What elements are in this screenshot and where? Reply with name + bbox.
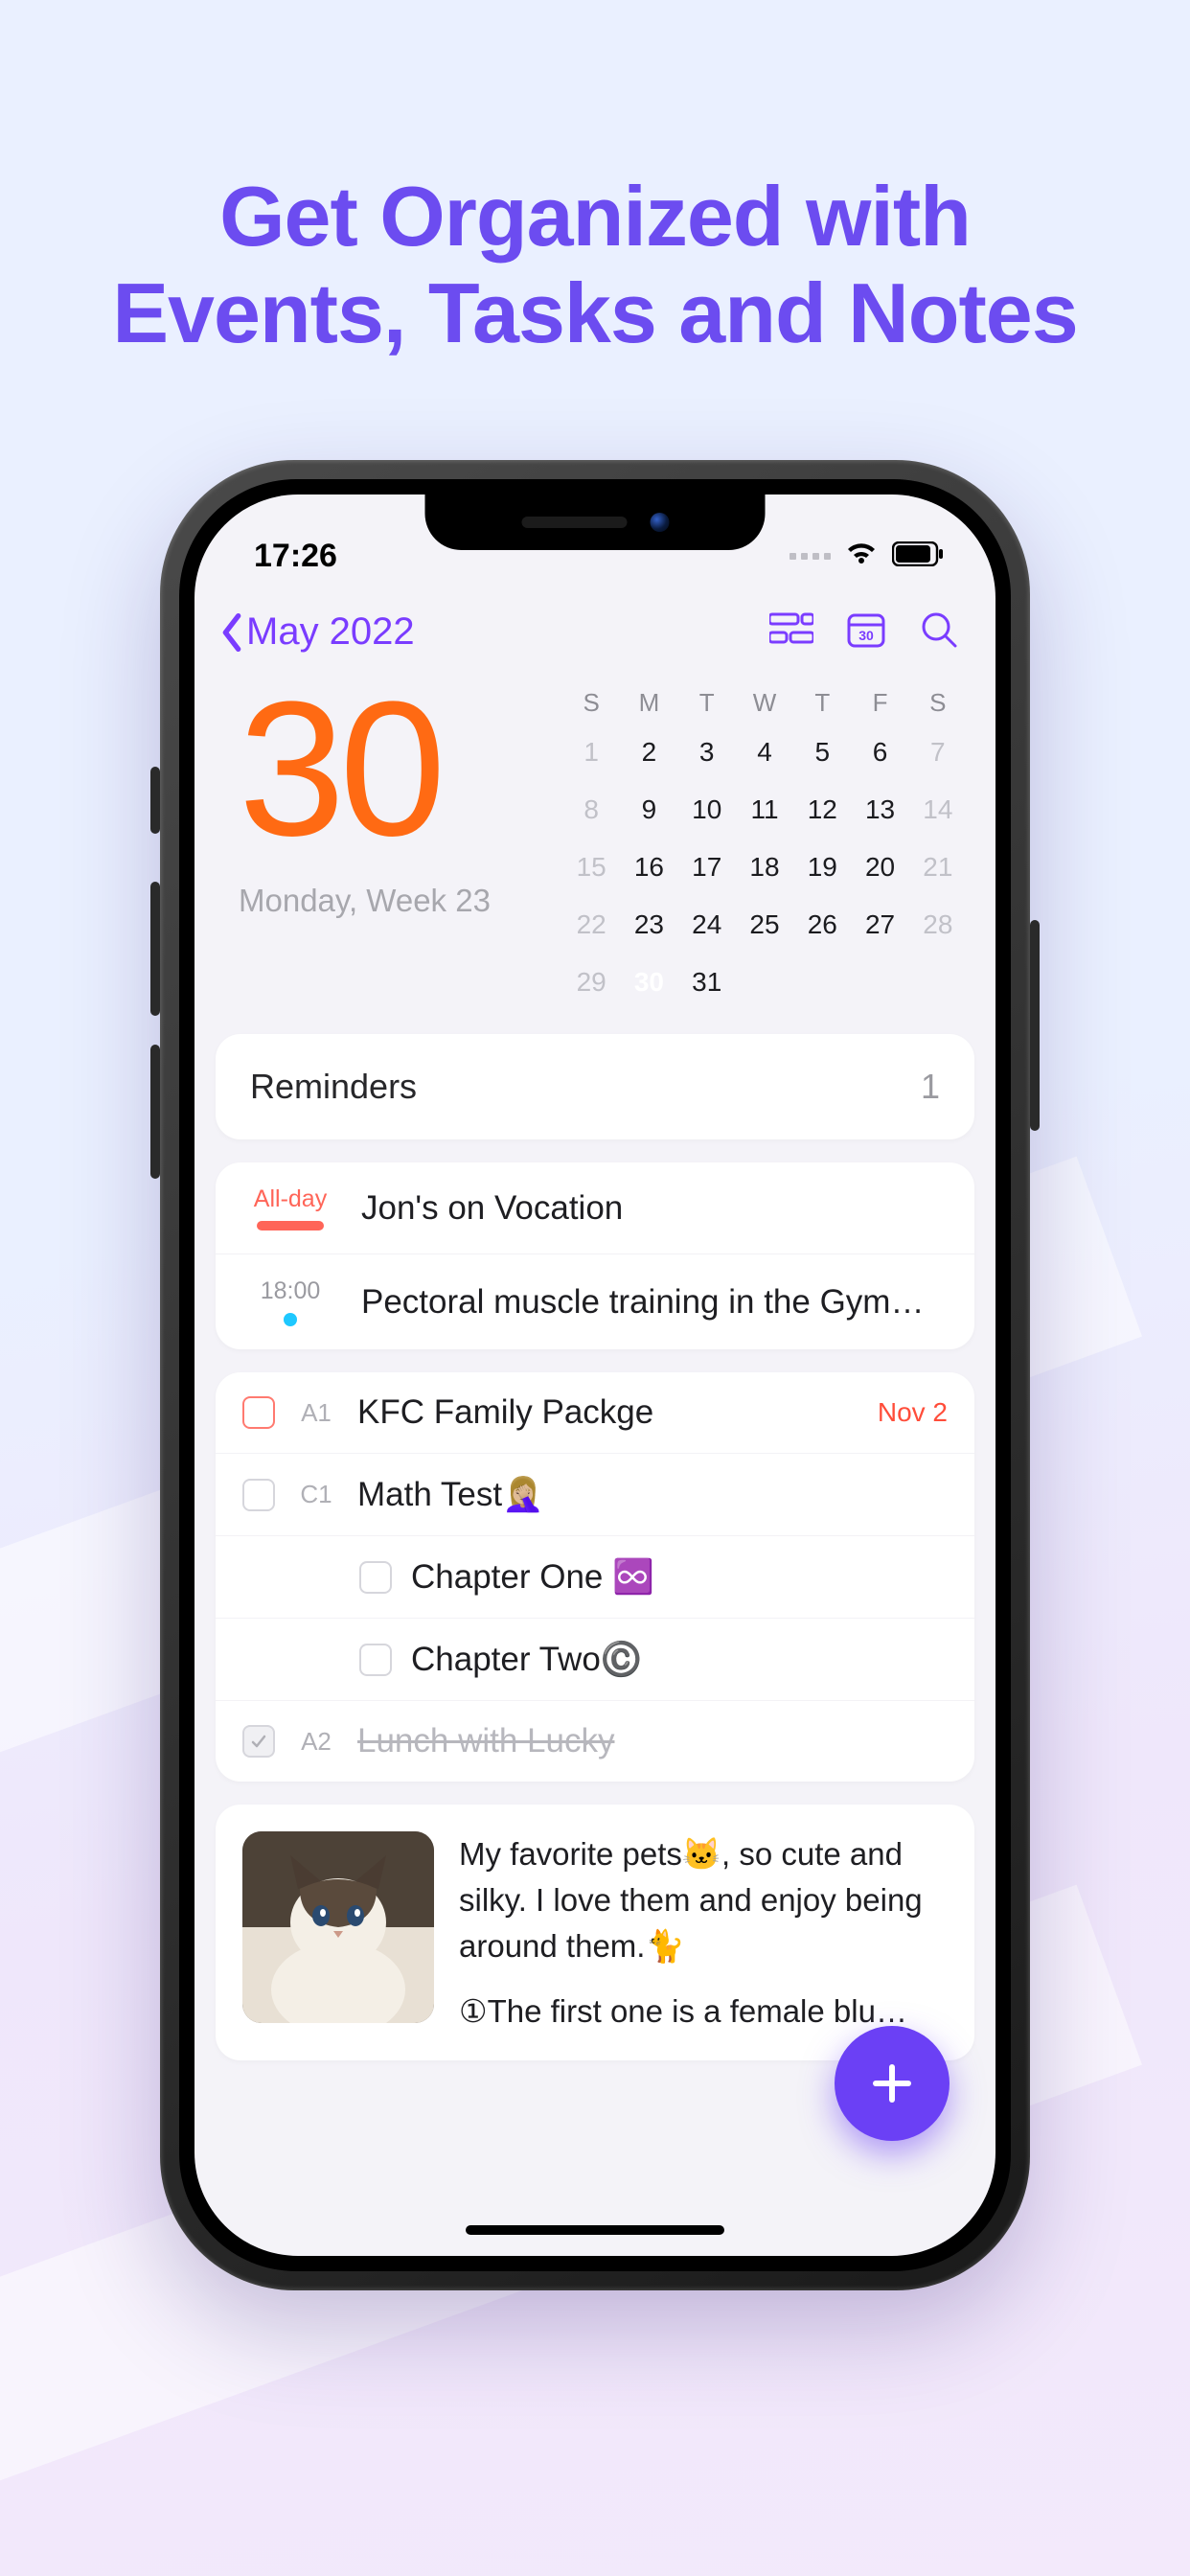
task-checkbox[interactable]: [359, 1644, 392, 1676]
calendar-day[interactable]: 11: [736, 781, 793, 839]
calendar-day[interactable]: 27: [851, 896, 908, 954]
plus-icon: [868, 2059, 916, 2107]
calendar-day[interactable]: 21: [909, 839, 967, 896]
task-row[interactable]: A1 KFC Family Packge Nov 2: [216, 1372, 974, 1453]
calendar-day[interactable]: 31: [678, 954, 736, 1011]
marketing-headline: Get Organized with Events, Tasks and Not…: [0, 0, 1190, 361]
home-indicator[interactable]: [466, 2225, 724, 2235]
note-card[interactable]: My favorite pets🐱, so cute and silky. I …: [216, 1805, 974, 2060]
note-thumbnail: [242, 1831, 434, 2023]
events-card: All-day Jon's on Vocation 18:00 Pectoral mu…: [216, 1162, 974, 1349]
task-checkbox[interactable]: [242, 1725, 275, 1758]
search-button[interactable]: [919, 610, 959, 655]
task-checkbox[interactable]: [359, 1561, 392, 1594]
calendar-day: [793, 954, 851, 1011]
calendar-day[interactable]: 19: [793, 839, 851, 896]
task-title: Math Test🤦🏼‍♀️: [357, 1475, 948, 1514]
svg-text:30: 30: [858, 628, 874, 643]
calendar-day[interactable]: 26: [793, 896, 851, 954]
task-row[interactable]: Chapter One ♾️: [216, 1535, 974, 1618]
calendar-day[interactable]: 3: [678, 724, 736, 781]
task-title: Chapter One ♾️: [411, 1557, 948, 1597]
calendar-day[interactable]: 7: [909, 724, 967, 781]
calendar-day[interactable]: 4: [736, 724, 793, 781]
calendar-day: [909, 954, 967, 1011]
task-row[interactable]: A2 Lunch with Lucky: [216, 1700, 974, 1782]
reminders-title: Reminders: [250, 1067, 417, 1107]
calendar-day[interactable]: 20: [851, 839, 908, 896]
back-month-button[interactable]: May 2022: [219, 610, 415, 654]
event-row[interactable]: 18:00 Pectoral muscle training in the Gym…: [216, 1254, 974, 1349]
task-checkbox[interactable]: [242, 1396, 275, 1429]
event-time: All-day: [242, 1185, 338, 1230]
device-frame: 17:26 May 2022: [160, 460, 1030, 2290]
task-row[interactable]: Chapter Two©️: [216, 1618, 974, 1700]
add-button[interactable]: [835, 2026, 950, 2141]
calendar-view-button[interactable]: 30: [846, 610, 886, 655]
month-calendar[interactable]: SMTWTFS 12345678910111213141516171819202…: [562, 681, 967, 1011]
dow-label: T: [793, 681, 851, 724]
task-due: Nov 2: [878, 1397, 948, 1428]
tasks-card: A1 KFC Family Packge Nov 2 C1 Math Test🤦🏼‍♀️…: [216, 1372, 974, 1782]
calendar-day-selected[interactable]: 30: [620, 954, 677, 1011]
dow-label: M: [620, 681, 677, 724]
calendar-day[interactable]: 13: [851, 781, 908, 839]
dow-label: T: [678, 681, 736, 724]
calendar-day[interactable]: 9: [620, 781, 677, 839]
calendar-day[interactable]: 15: [562, 839, 620, 896]
calendar-day[interactable]: 14: [909, 781, 967, 839]
event-row[interactable]: All-day Jon's on Vocation: [216, 1162, 974, 1254]
calendar-day[interactable]: 24: [678, 896, 736, 954]
calendar-day[interactable]: 17: [678, 839, 736, 896]
calendar-day[interactable]: 22: [562, 896, 620, 954]
task-priority: C1: [294, 1480, 338, 1509]
note-more: ①The first one is a female blu…: [459, 1989, 948, 2035]
event-title: Jon's on Vocation: [361, 1189, 948, 1228]
reminders-card[interactable]: Reminders 1: [216, 1034, 974, 1139]
event-title: Pectoral muscle training in the Gym…: [361, 1283, 948, 1322]
wifi-icon: [844, 538, 879, 575]
note-body: My favorite pets🐱, so cute and silky. I …: [459, 1831, 948, 1969]
selected-date: 30 Monday, Week 23: [239, 681, 545, 1011]
status-time: 17:26: [254, 538, 337, 575]
back-month-label: May 2022: [246, 610, 415, 654]
dow-label: F: [851, 681, 908, 724]
list-view-button[interactable]: [769, 611, 813, 653]
battery-icon: [892, 538, 944, 575]
calendar-day[interactable]: 23: [620, 896, 677, 954]
reminders-count: 1: [921, 1067, 940, 1107]
task-title: Chapter Two©️: [411, 1640, 948, 1679]
dow-label: S: [909, 681, 967, 724]
task-title: Lunch with Lucky: [357, 1722, 948, 1760]
dow-label: W: [736, 681, 793, 724]
calendar-day[interactable]: 18: [736, 839, 793, 896]
calendar-day[interactable]: 1: [562, 724, 620, 781]
chevron-left-icon: [219, 613, 244, 652]
calendar-day: [736, 954, 793, 1011]
event-time: 18:00: [242, 1277, 338, 1326]
calendar-day[interactable]: 28: [909, 896, 967, 954]
calendar-day[interactable]: 5: [793, 724, 851, 781]
calendar-day[interactable]: 29: [562, 954, 620, 1011]
calendar-day[interactable]: 10: [678, 781, 736, 839]
calendar-day[interactable]: 16: [620, 839, 677, 896]
dow-label: S: [562, 681, 620, 724]
calendar-day[interactable]: 12: [793, 781, 851, 839]
task-row[interactable]: C1 Math Test🤦🏼‍♀️: [216, 1453, 974, 1535]
task-checkbox[interactable]: [242, 1479, 275, 1511]
calendar-day[interactable]: 6: [851, 724, 908, 781]
device-notch: [425, 494, 766, 550]
calendar-day[interactable]: 2: [620, 724, 677, 781]
cellular-icon: [790, 553, 831, 560]
task-priority: A1: [294, 1398, 338, 1428]
task-title: KFC Family Packge: [357, 1393, 858, 1432]
task-priority: A2: [294, 1727, 338, 1757]
calendar-day: [851, 954, 908, 1011]
calendar-day[interactable]: 8: [562, 781, 620, 839]
calendar-day[interactable]: 25: [736, 896, 793, 954]
